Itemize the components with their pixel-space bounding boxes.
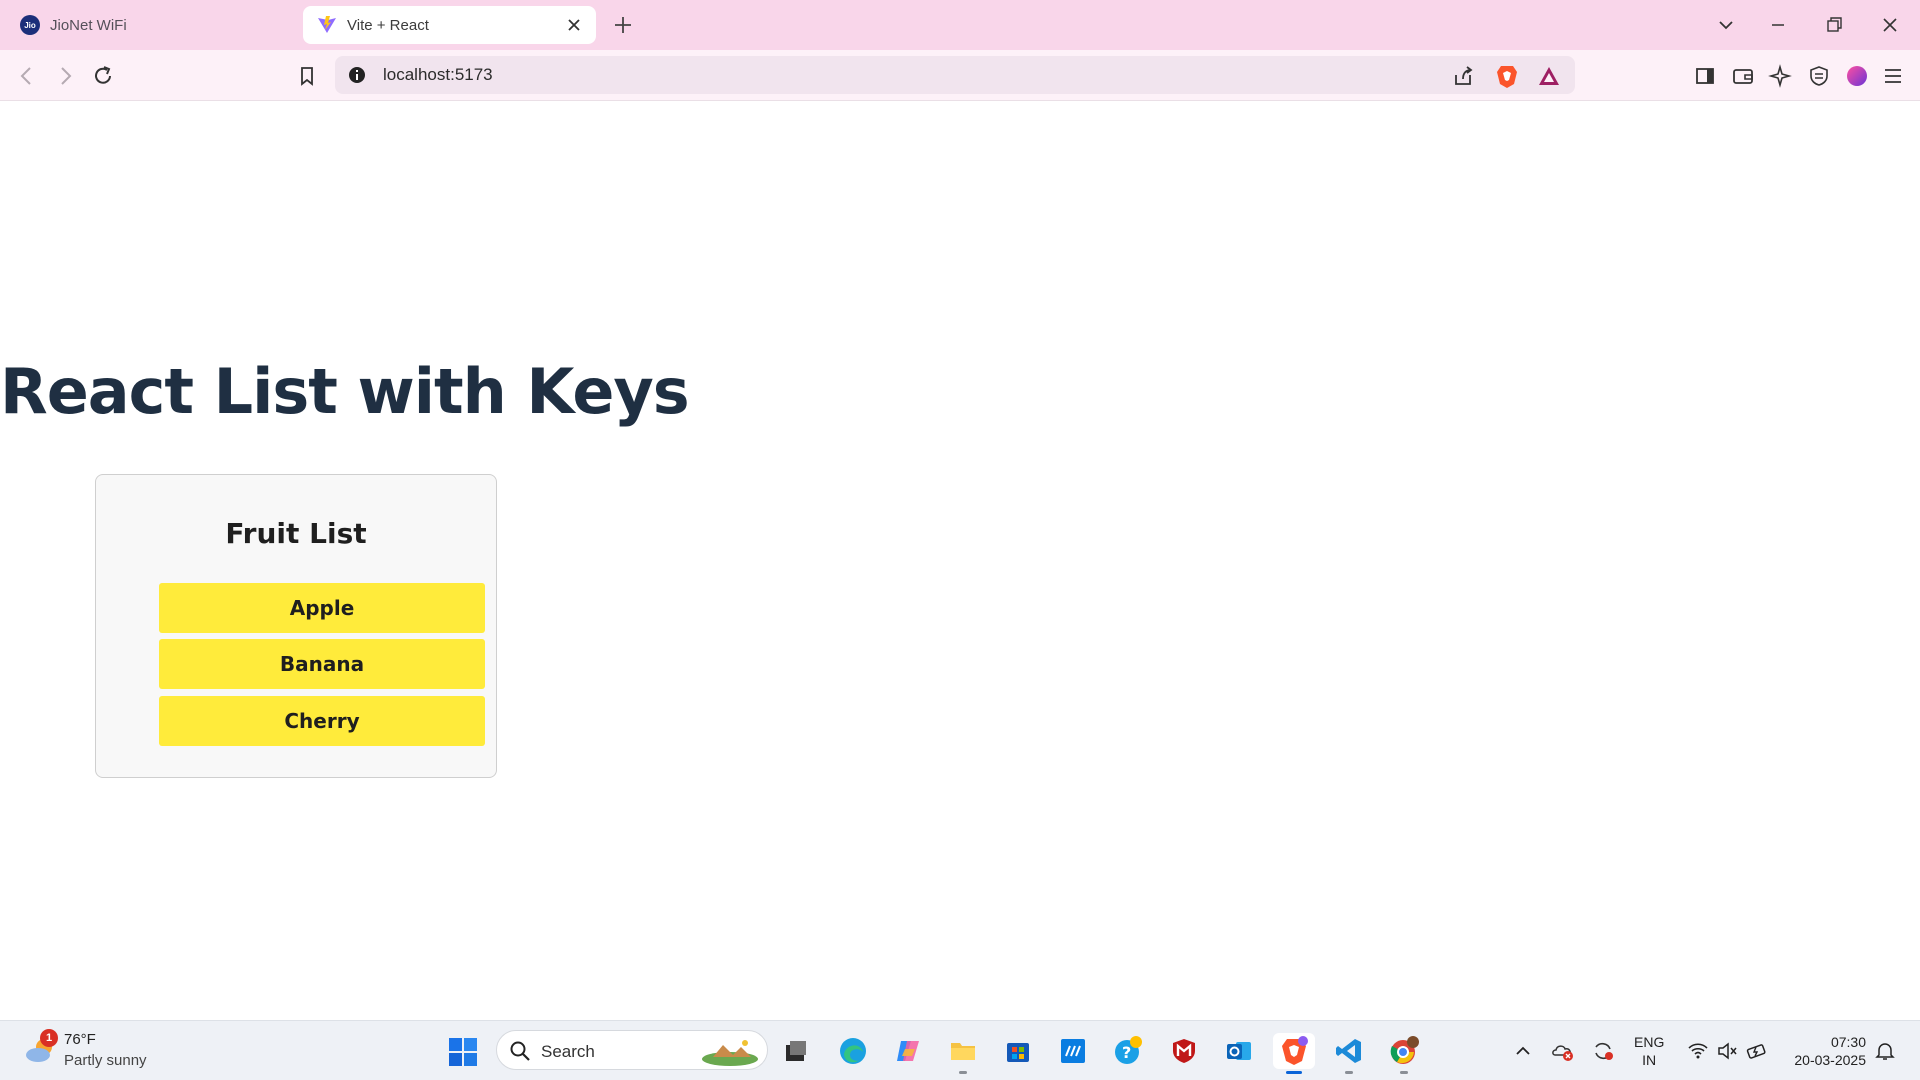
- language-indicator[interactable]: ENG IN: [1634, 1033, 1664, 1069]
- tab-jionet-wifi[interactable]: Jio JioNet WiFi: [12, 6, 302, 44]
- tab-title: Vite + React: [347, 16, 429, 34]
- outlook-icon[interactable]: [1221, 1033, 1257, 1069]
- card-title: Fruit List: [225, 517, 367, 550]
- sidebar-icon[interactable]: [1692, 63, 1718, 89]
- microsoft-store-icon[interactable]: [1000, 1033, 1036, 1069]
- svg-text:?: ?: [1122, 1043, 1131, 1062]
- copilot-icon[interactable]: [890, 1033, 926, 1069]
- battery-charging-icon[interactable]: [1745, 1039, 1769, 1063]
- mcafee-icon[interactable]: [1166, 1033, 1202, 1069]
- vite-favicon-icon: [317, 15, 337, 35]
- windows-start-icon[interactable]: [447, 1036, 479, 1068]
- tab-title: JioNet WiFi: [50, 16, 127, 34]
- profile-avatar-icon[interactable]: [1844, 63, 1870, 89]
- wifi-icon[interactable]: [1686, 1039, 1710, 1063]
- minimize-icon[interactable]: [1764, 12, 1792, 38]
- close-tab-icon[interactable]: [564, 15, 584, 35]
- search-placeholder: Search: [541, 1042, 595, 1061]
- share-icon[interactable]: [1451, 64, 1475, 88]
- file-explorer-icon[interactable]: [945, 1033, 981, 1074]
- browser-toolbar: localhost:5173: [0, 50, 1920, 101]
- weather-temperature: 76°F: [64, 1031, 96, 1048]
- address-bar[interactable]: localhost:5173: [335, 56, 1575, 94]
- new-tab-icon[interactable]: [610, 12, 636, 38]
- active-indicator: [1286, 1071, 1302, 1074]
- show-hidden-icons-chevron-up-icon[interactable]: [1511, 1039, 1535, 1063]
- leo-ai-icon[interactable]: [1768, 63, 1794, 89]
- bookmark-icon[interactable]: [294, 63, 320, 89]
- forward-icon[interactable]: [52, 63, 78, 89]
- clock[interactable]: 07:30 20-03-2025: [1786, 1033, 1866, 1069]
- myhp-icon[interactable]: [1055, 1033, 1091, 1069]
- vpn-shield-icon[interactable]: [1806, 63, 1832, 89]
- wallet-icon[interactable]: [1730, 63, 1756, 89]
- list-item: Banana: [159, 639, 485, 689]
- reload-icon[interactable]: [90, 63, 116, 89]
- tab-vite-react[interactable]: Vite + React: [303, 6, 596, 44]
- search-icon: [510, 1041, 530, 1061]
- chrome-icon[interactable]: [1386, 1033, 1422, 1074]
- brave-shields-icon[interactable]: [1495, 63, 1519, 89]
- vscode-icon[interactable]: [1331, 1033, 1367, 1074]
- running-indicator: [959, 1071, 967, 1074]
- restore-icon[interactable]: [1820, 12, 1848, 38]
- onedrive-error-icon[interactable]: [1551, 1039, 1575, 1063]
- url-text[interactable]: localhost:5173: [383, 65, 493, 85]
- brave-browser-icon[interactable]: [1273, 1033, 1315, 1074]
- weather-description: Partly sunny: [64, 1052, 147, 1069]
- task-view-icon[interactable]: [778, 1033, 814, 1069]
- close-window-icon[interactable]: [1876, 12, 1904, 38]
- search-highlight-icon: [702, 1040, 758, 1066]
- edge-browser-icon[interactable]: [835, 1033, 871, 1069]
- jio-favicon-icon: Jio: [20, 15, 40, 35]
- language-code: ENG: [1634, 1034, 1665, 1050]
- site-info-icon[interactable]: [347, 65, 367, 85]
- notifications-bell-icon[interactable]: [1873, 1039, 1897, 1063]
- clock-time: 07:30: [1830, 1034, 1866, 1050]
- back-icon[interactable]: [14, 63, 40, 89]
- sync-icon[interactable]: [1591, 1039, 1615, 1063]
- weather-alert-badge: 1: [40, 1029, 58, 1047]
- brave-rewards-icon[interactable]: [1537, 64, 1561, 88]
- clock-date: 20-03-2025: [1794, 1052, 1866, 1068]
- list-item: Cherry: [159, 696, 485, 746]
- list-item: Apple: [159, 583, 485, 633]
- menu-icon[interactable]: [1880, 63, 1906, 89]
- taskbar: 1 76°F Partly sunny Search ? ENG IN 07:3…: [0, 1020, 1920, 1080]
- region-code: IN: [1642, 1052, 1657, 1068]
- tab-search-chevron-down-icon[interactable]: [1712, 12, 1740, 38]
- help-icon[interactable]: ?: [1111, 1033, 1147, 1069]
- running-indicator: [1345, 1071, 1353, 1074]
- tab-strip: Jio JioNet WiFi Vite + React: [0, 0, 1920, 50]
- taskbar-search[interactable]: Search: [496, 1030, 768, 1070]
- volume-muted-icon[interactable]: [1715, 1039, 1739, 1063]
- page-title: React List with Keys: [0, 355, 690, 428]
- fruit-list-card: Fruit List Apple Banana Cherry: [95, 474, 497, 778]
- running-indicator: [1400, 1071, 1408, 1074]
